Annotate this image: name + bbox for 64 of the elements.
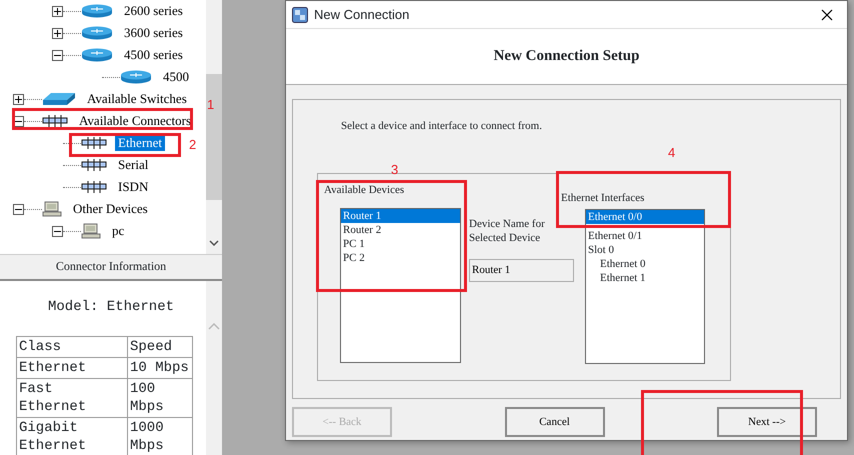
expand-toggle[interactable] <box>52 50 63 60</box>
router-icon <box>81 48 113 62</box>
list-item[interactable]: Ethernet 1 <box>586 271 704 285</box>
list-item[interactable]: Ethernet 0 <box>586 257 704 271</box>
field-label: Device Name for Selected Device <box>469 216 546 244</box>
table-cell: 100 Mbps <box>128 378 192 418</box>
tree-item[interactable]: Other Devices <box>70 201 151 217</box>
tree-item[interactable]: 4500 <box>160 69 192 85</box>
computer-icon <box>81 223 101 239</box>
tree-item[interactable]: Serial <box>115 157 152 173</box>
list-item[interactable]: Router 1 <box>341 209 460 223</box>
column-header: Class <box>16 336 128 358</box>
window-title: New Connection <box>314 6 410 24</box>
expand-toggle[interactable] <box>13 94 24 104</box>
annotation-number: 3 <box>391 161 398 179</box>
table-cell: Ethernet <box>16 358 128 378</box>
instruction-text: Select a device and interface to connect from. <box>341 119 543 134</box>
group-label: Ethernet Interfaces <box>561 190 646 206</box>
annotation-number: 2 <box>189 136 196 154</box>
list-item[interactable]: Router 2 <box>341 223 460 237</box>
close-icon[interactable] <box>821 8 833 20</box>
table-cell: Fast Ethernet <box>16 378 128 418</box>
tree-item[interactable]: 4500 series <box>121 47 186 63</box>
tree-item[interactable]: ISDN <box>115 179 152 195</box>
wizard-button[interactable]: Next --> <box>717 407 817 437</box>
expand-toggle[interactable] <box>52 28 63 38</box>
annotation-number: 4 <box>668 144 676 162</box>
tree-item[interactable]: Available Connectors <box>76 113 194 129</box>
connector-icon <box>42 114 68 128</box>
column-header: Speed <box>128 336 192 358</box>
tree-item[interactable]: pc <box>109 223 128 239</box>
connector-icon <box>81 136 107 150</box>
table-cell: Gigabit Ethernet <box>16 418 128 455</box>
expand-toggle[interactable] <box>13 204 24 214</box>
scrollbar[interactable] <box>206 0 222 254</box>
list-item[interactable]: Slot 0 <box>586 243 704 257</box>
model-title: Model: Ethernet <box>46 298 176 317</box>
table-cell: 10 Mbps <box>128 358 192 378</box>
group-label: Available Devices <box>324 182 406 198</box>
connector-icon <box>81 180 107 194</box>
router-icon <box>81 4 113 18</box>
panel-title: Connector Information <box>0 255 222 281</box>
switch-icon <box>42 92 76 106</box>
list-item[interactable]: Ethernet 0/1 <box>586 229 704 243</box>
router-icon <box>120 70 152 84</box>
tree-item[interactable]: Ethernet <box>115 135 166 151</box>
tree-item[interactable]: 3600 series <box>121 25 186 41</box>
expand-toggle[interactable] <box>52 226 63 236</box>
app-icon <box>292 6 308 22</box>
expand-toggle[interactable] <box>52 6 63 16</box>
dialog-heading: New Connection Setup <box>286 29 847 85</box>
connector-icon <box>81 158 107 172</box>
computer-icon <box>42 201 62 217</box>
list-item[interactable]: Ethernet 0/0 <box>586 210 704 224</box>
list-item[interactable]: PC 2 <box>341 251 460 265</box>
list-item[interactable]: PC 1 <box>341 237 460 251</box>
tree-item[interactable]: Available Switches <box>84 91 190 107</box>
annotation-number: 1 <box>207 96 214 114</box>
table-cell: 1000 Mbps <box>128 418 192 455</box>
device-name-field[interactable]: Router 1 <box>469 258 574 282</box>
scroll-down-icon[interactable] <box>209 240 219 246</box>
tree-item[interactable]: 2600 series <box>121 3 186 19</box>
wizard-button[interactable]: Cancel <box>504 407 604 437</box>
router-icon <box>81 26 113 40</box>
